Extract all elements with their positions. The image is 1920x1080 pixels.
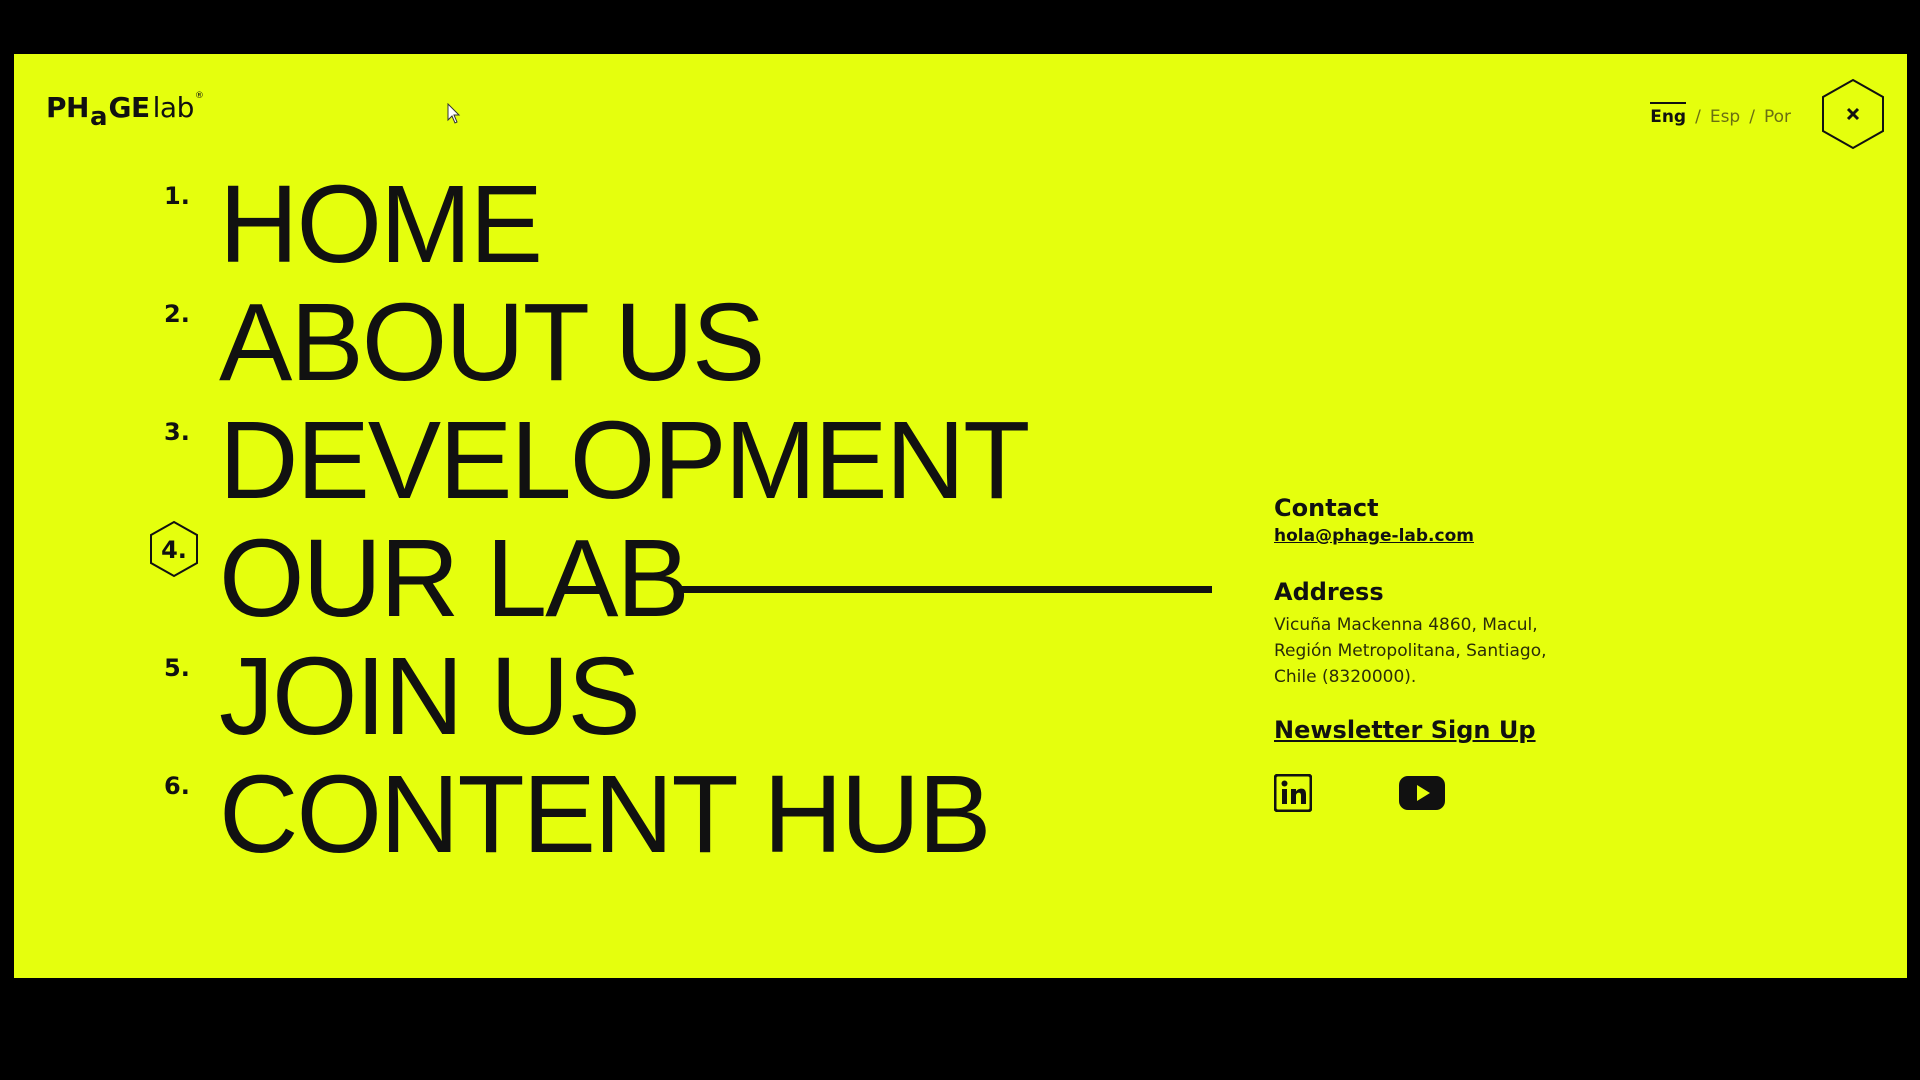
youtube-icon[interactable] [1398, 775, 1446, 811]
menu-item-label: CONTENT HUB [219, 753, 991, 876]
lang-separator: / [1695, 107, 1701, 127]
phage-lab-logo[interactable]: PH a GE lab ® [46, 91, 204, 131]
menu-item-label: OUR LAB [219, 517, 690, 640]
active-hexagon-marker: 4. [148, 520, 200, 578]
contact-title: Contact [1274, 494, 1379, 522]
contact-email-link[interactable]: hola@phage-lab.com [1274, 526, 1634, 546]
menu-item-label: HOME [219, 163, 543, 286]
menu-item-number: 3. [164, 418, 190, 446]
menu-item-number: 4. [161, 536, 187, 564]
logo-registered-mark: ® [194, 91, 204, 101]
address-line: Chile (8320000). [1274, 667, 1417, 687]
menu-item-number: 5. [164, 654, 190, 682]
mouse-cursor-icon [447, 103, 461, 124]
address-line: Vicuña Mackenna 4860, Macul, [1274, 615, 1538, 635]
active-item-underline [682, 586, 1212, 593]
logo-text-lab: lab [152, 91, 195, 124]
menu-overlay: PH a GE lab ® Eng / Esp / Por 1. HOME 2. ABO… [14, 54, 1907, 978]
logo-text-a: a [89, 102, 108, 132]
menu-item-label: ABOUT US [219, 281, 765, 404]
close-icon [1846, 107, 1860, 121]
logo-text-ph: PH [46, 91, 89, 124]
lang-separator: / [1749, 107, 1755, 127]
lang-esp[interactable]: Esp [1710, 107, 1740, 127]
address-line: Región Metropolitana, Santiago, [1274, 641, 1547, 661]
linkedin-icon[interactable] [1274, 774, 1312, 812]
menu-item-number: 6. [164, 772, 190, 800]
logo-text-ge: GE [108, 91, 151, 124]
newsletter-signup-link[interactable]: Newsletter Sign Up [1274, 716, 1634, 744]
menu-item-label: DEVELOPMENT [219, 399, 1030, 522]
language-switcher: Eng / Esp / Por [1650, 102, 1791, 127]
menu-item-label: JOIN US [219, 635, 641, 758]
menu-item-number: 2. [164, 300, 190, 328]
address-text: Vicuña Mackenna 4860, Macul, Región Metr… [1274, 612, 1634, 690]
lang-eng[interactable]: Eng [1650, 102, 1687, 127]
menu-item-number: 1. [164, 182, 190, 210]
social-links [1274, 774, 1634, 812]
contact-panel: Contact hola@phage-lab.com Address Vicuñ… [1274, 492, 1634, 812]
address-title: Address [1274, 578, 1384, 606]
hexagon-outline-icon [1822, 78, 1884, 150]
close-menu-button[interactable] [1821, 78, 1885, 150]
lang-por[interactable]: Por [1764, 107, 1791, 127]
